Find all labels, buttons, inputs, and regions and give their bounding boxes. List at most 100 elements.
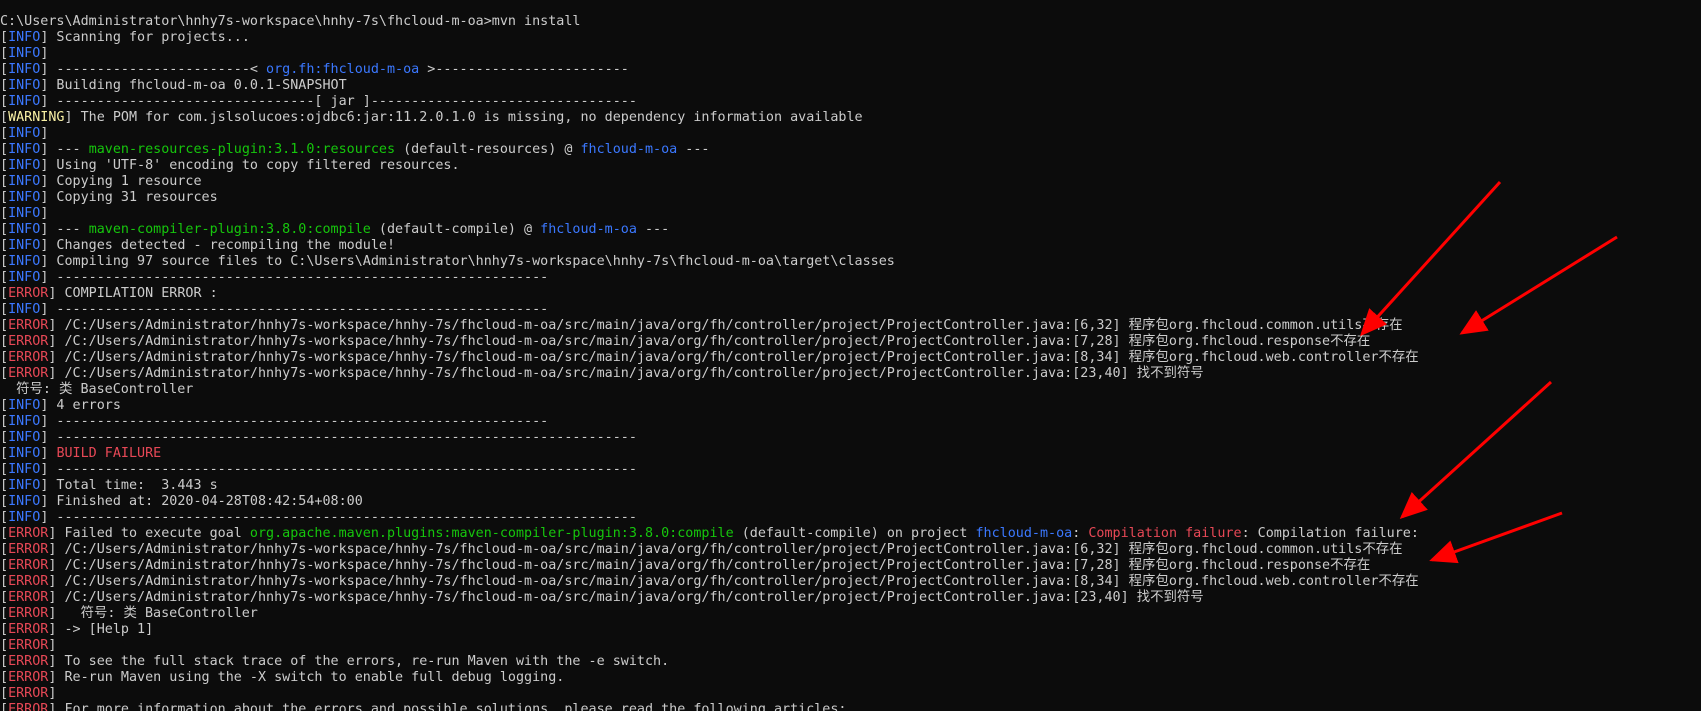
log-text: [ — [0, 302, 9, 317]
log-level-error: ERROR — [8, 606, 49, 621]
log-text: [ — [0, 526, 9, 541]
log-level-info: INFO — [8, 190, 41, 205]
log-level-error: ERROR — [8, 318, 49, 333]
terminal-line: [WARNING] The POM for com.jslsolucoes:oj… — [0, 110, 1419, 126]
log-text: ] — [40, 446, 57, 461]
log-level-info: INFO — [8, 142, 41, 157]
log-text: [ — [0, 254, 9, 269]
terminal-line: [INFO] ---------------------------------… — [0, 462, 1419, 478]
terminal-line: [INFO] — [0, 206, 1419, 222]
log-text: : Compilation failure: — [1241, 526, 1419, 541]
log-text: --- — [636, 222, 670, 237]
log-level-error: ERROR — [8, 622, 49, 637]
plugin-name: maven-resources-plugin:3.1.0:resources — [88, 142, 396, 157]
log-text: [ — [0, 590, 9, 605]
log-text: ] To see the full stack trace of the err… — [48, 654, 670, 669]
log-text: ] /C:/Users/Administrator/hnhy7s-workspa… — [48, 574, 1419, 589]
log-text: [ — [0, 414, 9, 429]
log-level-info: INFO — [8, 510, 41, 525]
terminal-line: [ERROR] /C:/Users/Administrator/hnhy7s-w… — [0, 558, 1419, 574]
log-text: [ — [0, 190, 9, 205]
terminal-line: [INFO] — [0, 126, 1419, 142]
log-level-info: INFO — [8, 62, 41, 77]
log-level-info: INFO — [8, 238, 41, 253]
log-text: ] Copying 1 resource — [40, 174, 202, 189]
log-text: ] The POM for com.jslsolucoes:ojdbc6:jar… — [64, 110, 863, 125]
log-text: [ — [0, 574, 9, 589]
log-text: [ — [0, 398, 9, 413]
log-text: ] — [48, 686, 57, 701]
log-text: : — [1072, 526, 1089, 541]
terminal-line: [INFO] Copying 31 resources — [0, 190, 1419, 206]
terminal-line: [INFO] ---------------------------------… — [0, 414, 1419, 430]
log-text: [ — [0, 62, 9, 77]
log-text: (default-compile) @ — [370, 222, 541, 237]
log-text: ] — [40, 206, 49, 221]
log-text: [ — [0, 222, 9, 237]
terminal-line: [INFO] Using 'UTF-8' encoding to copy fi… — [0, 158, 1419, 174]
terminal-line: [INFO] ---------------------------------… — [0, 270, 1419, 286]
log-text: [ — [0, 686, 9, 701]
log-text: [ — [0, 78, 9, 93]
terminal-line: [INFO] Changes detected - recompiling th… — [0, 238, 1419, 254]
log-level-info: INFO — [8, 46, 41, 61]
log-level-error: ERROR — [8, 286, 49, 301]
terminal-line: [ERROR] To see the full stack trace of t… — [0, 654, 1419, 670]
log-text: ] --------------------------------------… — [40, 302, 549, 317]
plugin-name: org.apache.maven.plugins:maven-compiler-… — [249, 526, 734, 541]
log-text: [ — [0, 286, 9, 301]
terminal-line: [INFO] — [0, 46, 1419, 62]
terminal-line: [ERROR] -> [Help 1] — [0, 622, 1419, 638]
log-text: ] ------------------------< — [40, 62, 267, 77]
log-level-error: ERROR — [8, 702, 49, 711]
log-level-error: ERROR — [8, 526, 49, 541]
log-text: ] /C:/Users/Administrator/hnhy7s-workspa… — [48, 350, 1419, 365]
log-text: ] /C:/Users/Administrator/hnhy7s-workspa… — [48, 542, 1403, 557]
log-level-info: INFO — [8, 78, 41, 93]
log-text: [ — [0, 142, 9, 157]
log-text: ] Scanning for projects... — [40, 30, 250, 45]
log-level-info: INFO — [8, 270, 41, 285]
log-text: [ — [0, 206, 9, 221]
terminal-line: [ERROR] Failed to execute goal org.apach… — [0, 526, 1419, 542]
log-text: [ — [0, 158, 9, 173]
log-text: ] — [48, 638, 57, 653]
log-text: ] — [40, 126, 49, 141]
log-level-error: ERROR — [8, 558, 49, 573]
log-text: ] Building fhcloud-m-oa 0.0.1-SNAPSHOT — [40, 78, 347, 93]
terminal-output[interactable]: C:\Users\Administrator\hnhy7s-workspace\… — [0, 14, 1419, 711]
terminal-line: [INFO] Scanning for projects... — [0, 30, 1419, 46]
log-level-error: ERROR — [8, 350, 49, 365]
log-level-error: ERROR — [8, 590, 49, 605]
log-text: 符号: 类 BaseController — [0, 382, 194, 397]
log-level-error: ERROR — [8, 638, 49, 653]
log-level-error: ERROR — [8, 366, 49, 381]
log-text: [ — [0, 334, 9, 349]
log-text: [ — [0, 606, 9, 621]
terminal-window[interactable]: C:\Users\Administrator\hnhy7s-workspace\… — [0, 0, 1701, 711]
log-text: ] Compiling 97 source files to C:\Users\… — [40, 254, 895, 269]
terminal-line: [INFO] --- maven-compiler-plugin:3.8.0:c… — [0, 222, 1419, 238]
terminal-line: [INFO] 4 errors — [0, 398, 1419, 414]
log-level-info: INFO — [8, 302, 41, 317]
log-text: ] 符号: 类 BaseController — [48, 606, 258, 621]
terminal-line: [ERROR] /C:/Users/Administrator/hnhy7s-w… — [0, 542, 1419, 558]
log-text: ] Total time: 3.443 s — [40, 478, 218, 493]
log-text: ] Changes detected - recompiling the mod… — [40, 238, 396, 253]
log-text: C:\Users\Administrator\hnhy7s-workspace\… — [0, 14, 581, 29]
log-text: [ — [0, 494, 9, 509]
log-level-info: INFO — [8, 126, 41, 141]
terminal-line: [ERROR] /C:/Users/Administrator/hnhy7s-w… — [0, 366, 1419, 382]
log-text: ] /C:/Users/Administrator/hnhy7s-workspa… — [48, 334, 1371, 349]
log-level-info: INFO — [8, 174, 41, 189]
log-level-info: INFO — [8, 222, 41, 237]
log-text: ] 4 errors — [40, 398, 121, 413]
log-level-error: ERROR — [8, 686, 49, 701]
red-arrow-icon — [1399, 380, 1553, 520]
log-level-info: INFO — [8, 158, 41, 173]
log-text: ] --- — [40, 142, 89, 157]
log-text: ] --------------------------------------… — [40, 270, 549, 285]
terminal-line: [ERROR] /C:/Users/Administrator/hnhy7s-w… — [0, 350, 1419, 366]
log-text: [ — [0, 238, 9, 253]
log-text: ] — [40, 46, 49, 61]
